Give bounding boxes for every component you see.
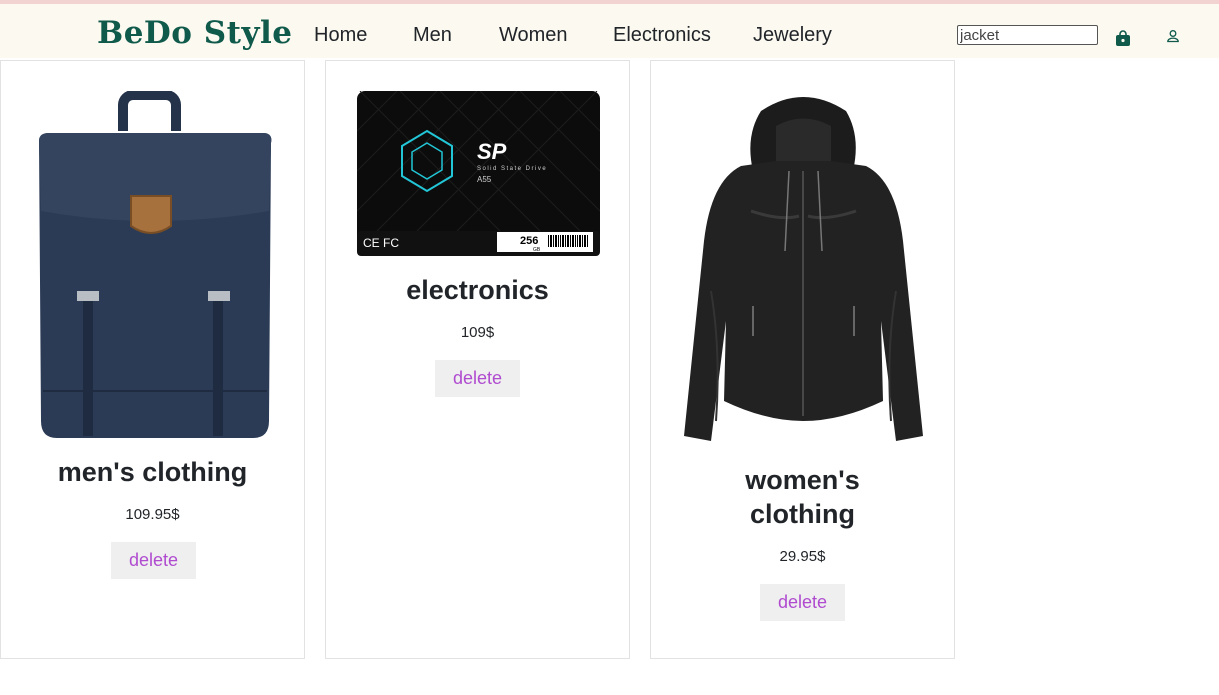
ssd-line: Solid State Drive [477,166,547,172]
shopping-bag-icon[interactable] [1113,28,1133,48]
product-price: 109$ [460,324,495,341]
nav-men[interactable]: Men [413,24,452,47]
navbar: BeDo Style Home Men Women Electronics Je… [0,4,1219,58]
nav-jewelery[interactable]: Jewelery [753,24,832,47]
product-title: women's clothing [745,465,860,529]
ssd-drive-image: SP Solid State Drive A55 CE FC 256 GB [357,91,600,256]
product-price: 29.95$ [779,548,826,565]
product-title: men's clothing [57,457,248,487]
delete-button[interactable]: delete [760,584,845,621]
navy-backpack-image [39,91,272,438]
product-card: SP Solid State Drive A55 CE FC 256 GB el… [325,60,630,659]
product-card: men's clothing 109.95$ delete [0,60,305,659]
search-input[interactable] [957,25,1098,45]
ssd-brand: SP [477,139,507,164]
svg-text:CE FC: CE FC [363,236,399,250]
nav-electronics[interactable]: Electronics [613,24,711,47]
delete-button[interactable]: delete [435,360,520,397]
ssd-model: A55 [477,175,492,184]
ssd-unit: GB [533,247,541,253]
user-icon[interactable] [1164,27,1182,45]
nav-women[interactable]: Women [499,24,568,47]
product-price: 109.95$ [125,506,180,523]
black-leather-jacket-image [684,97,923,441]
product-card: women's clothing 29.95$ delete [650,60,955,659]
brand-logo[interactable]: BeDo Style [97,15,293,51]
ssd-capacity: 256 [520,235,538,247]
nav-home[interactable]: Home [314,24,367,47]
product-title: electronics [406,275,549,305]
delete-button[interactable]: delete [111,542,196,579]
